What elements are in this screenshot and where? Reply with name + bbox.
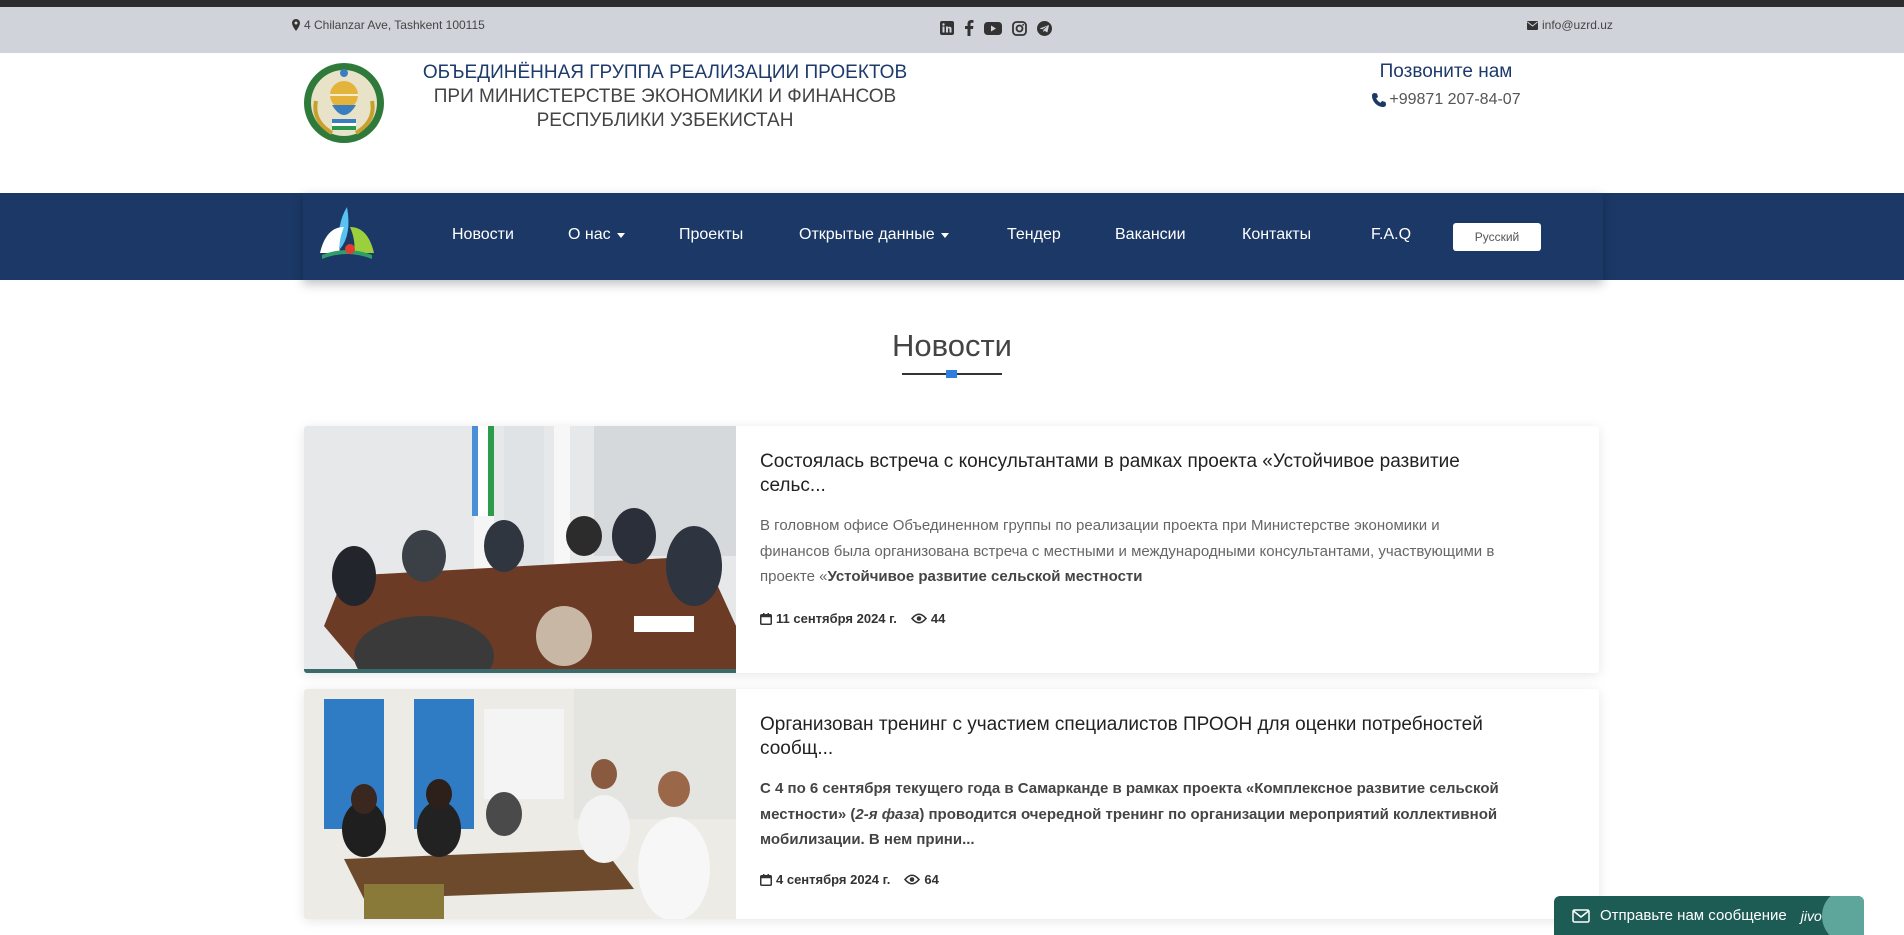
facebook-icon[interactable] bbox=[964, 20, 974, 41]
chevron-down-icon bbox=[616, 232, 625, 238]
nav-item-news[interactable]: Новости bbox=[452, 226, 514, 244]
call-us-block: Позвоните нам +99871 207-84-07 bbox=[1360, 61, 1532, 109]
nav-item-label[interactable]: Вакансии bbox=[1115, 226, 1186, 244]
news-photo[interactable] bbox=[304, 689, 736, 919]
telegram-icon[interactable] bbox=[1037, 20, 1052, 41]
org-name-line1: ОБЪЕДИНЁННАЯ ГРУППА РЕАЛИЗАЦИИ ПРОЕКТОВ bbox=[422, 62, 908, 83]
nav-item-label[interactable]: F.A.Q bbox=[1371, 226, 1411, 244]
address: 4 Chilanzar Ave, Tashkent 100115 bbox=[292, 18, 485, 32]
news-meta: 4 сентября 2024 г. 64 bbox=[760, 872, 939, 887]
nav-item-label[interactable]: Тендер bbox=[1007, 226, 1061, 244]
news-excerpt-plain: ) проводится очередной тренинг по органи… bbox=[919, 805, 1498, 823]
news-title-line[interactable]: Организован тренинг с участием специалис… bbox=[760, 713, 1483, 737]
nav-item-label[interactable]: О нас bbox=[568, 226, 611, 244]
news-date-text: 11 сентября 2024 г. bbox=[776, 611, 897, 626]
nav-item-tender[interactable]: Тендер bbox=[1007, 226, 1061, 244]
top-info-bar: 4 Chilanzar Ave, Tashkent 100115 info@uz… bbox=[0, 7, 1904, 53]
chat-widget-button[interactable]: Отправьте нам сообщение jivo bbox=[1554, 896, 1864, 935]
news-photo[interactable] bbox=[304, 426, 736, 673]
phone-icon bbox=[1372, 93, 1387, 107]
nav-item-open-data[interactable]: Открытые данные bbox=[799, 226, 949, 244]
address-text: 4 Chilanzar Ave, Tashkent 100115 bbox=[304, 18, 485, 32]
nav-item-contacts[interactable]: Контакты bbox=[1242, 226, 1311, 244]
news-excerpt: С 4 по 6 сентября текущего года в Самарк… bbox=[760, 776, 1499, 853]
nav-item-projects[interactable]: Проекты bbox=[679, 226, 743, 244]
organization-name: ОБЪЕДИНЁННАЯ ГРУППА РЕАЛИЗАЦИИ ПРОЕКТОВ … bbox=[405, 61, 925, 133]
nav-item-faq[interactable]: F.A.Q bbox=[1371, 226, 1411, 244]
news-meta: 11 сентября 2024 г. 44 bbox=[760, 611, 945, 626]
news-excerpt-line: В головном офисе Объединенном группы по … bbox=[760, 517, 1440, 534]
email-text[interactable]: info@uzrd.uz bbox=[1542, 18, 1613, 32]
envelope-icon bbox=[1527, 20, 1538, 30]
site-header: ОБЪЕДИНЁННАЯ ГРУППА РЕАЛИЗАЦИИ ПРОЕКТОВ … bbox=[0, 53, 1904, 193]
calendar-icon bbox=[760, 612, 772, 625]
news-excerpt-line: мобилизации. В нем прини... bbox=[760, 831, 975, 848]
nav-item-label[interactable]: Открытые данные bbox=[799, 226, 935, 244]
news-title-line[interactable]: Состоялась встреча с консультантами в ра… bbox=[760, 450, 1460, 474]
envelope-icon bbox=[1572, 908, 1590, 923]
nav-item-label[interactable]: Проекты bbox=[679, 226, 743, 244]
news-excerpt-line: местности» (2-я фаза) проводится очередн… bbox=[760, 802, 1499, 828]
nav-item-vacancies[interactable]: Вакансии bbox=[1115, 226, 1186, 244]
news-excerpt-bold: Устойчивое развитие сельской местности bbox=[827, 568, 1143, 585]
news-card[interactable]: Организован тренинг с участием специалис… bbox=[304, 689, 1599, 919]
news-date: 4 сентября 2024 г. bbox=[760, 872, 890, 887]
news-views: 64 bbox=[904, 872, 939, 887]
news-excerpt-italic: 2-я фаза bbox=[855, 805, 920, 823]
news-title-line[interactable]: сообщ... bbox=[760, 737, 1483, 761]
org-name-line3: РЕСПУБЛИКИ УЗБЕКИСТАН bbox=[536, 110, 794, 131]
chat-label[interactable]: Отправьте нам сообщение bbox=[1600, 907, 1787, 924]
news-title-line[interactable]: сельс... bbox=[760, 474, 1460, 498]
card-accent-bar bbox=[304, 669, 736, 673]
state-emblem-logo[interactable] bbox=[302, 61, 386, 145]
nav-menu: Новости О нас Проекты Открытые данные Те… bbox=[303, 193, 1603, 280]
news-excerpt: В головном офисе Объединенном группы по … bbox=[760, 513, 1494, 590]
instagram-icon[interactable] bbox=[1012, 20, 1027, 41]
news-excerpt-line: финансов была организована встреча с мес… bbox=[760, 542, 1495, 560]
navbar-container: Новости О нас Проекты Открытые данные Те… bbox=[303, 193, 1603, 280]
page-title: Новости bbox=[891, 328, 1012, 363]
chat-brand: jivo bbox=[1800, 907, 1822, 924]
news-excerpt-plain: местности» ( bbox=[760, 805, 856, 823]
news-date-text: 4 сентября 2024 г. bbox=[776, 872, 891, 887]
email[interactable]: info@uzrd.uz bbox=[1527, 18, 1613, 32]
chat-decoration bbox=[1822, 896, 1864, 935]
linkedin-icon[interactable] bbox=[940, 21, 954, 40]
eye-icon bbox=[904, 874, 921, 885]
news-title[interactable]: Организован тренинг с участием специалис… bbox=[760, 713, 1483, 761]
news-card[interactable]: Состоялась встреча с консультантами в ра… bbox=[304, 426, 1599, 673]
news-title[interactable]: Состоялась встреча с консультантами в ра… bbox=[760, 450, 1460, 498]
language-select[interactable]: Русский bbox=[1453, 223, 1541, 251]
social-links bbox=[940, 20, 1052, 41]
title-underline-accent bbox=[946, 370, 957, 378]
nav-item-label[interactable]: Новости bbox=[452, 226, 514, 244]
news-excerpt-line: проекте «Устойчивое развитие сельской ме… bbox=[760, 564, 1494, 590]
youtube-icon[interactable] bbox=[984, 21, 1002, 40]
phone-link[interactable]: +99871 207-84-07 bbox=[1360, 91, 1532, 109]
chevron-down-icon bbox=[940, 232, 949, 238]
nav-item-label[interactable]: Контакты bbox=[1242, 226, 1311, 244]
main-navbar: Новости О нас Проекты Открытые данные Те… bbox=[0, 193, 1904, 280]
news-views: 44 bbox=[910, 611, 946, 626]
news-excerpt-plain: проекте « bbox=[760, 568, 828, 585]
news-excerpt-line: С 4 по 6 сентября текущего года в Самарк… bbox=[760, 780, 1499, 797]
news-views-count: 44 bbox=[930, 611, 946, 626]
calendar-icon bbox=[760, 873, 772, 886]
map-marker-icon bbox=[292, 19, 300, 31]
news-date: 11 сентября 2024 г. bbox=[760, 611, 897, 626]
phone-number[interactable]: +99871 207-84-07 bbox=[1389, 91, 1520, 109]
nav-item-about[interactable]: О нас bbox=[568, 226, 625, 244]
eye-icon bbox=[910, 613, 927, 624]
news-views-count: 64 bbox=[924, 872, 939, 887]
call-us-title: Позвоните нам bbox=[1379, 61, 1513, 82]
org-name-line2: ПРИ МИНИСТЕРСТВЕ ЭКОНОМИКИ И ФИНАНСОВ bbox=[433, 86, 897, 107]
top-dark-strip bbox=[0, 0, 1904, 7]
